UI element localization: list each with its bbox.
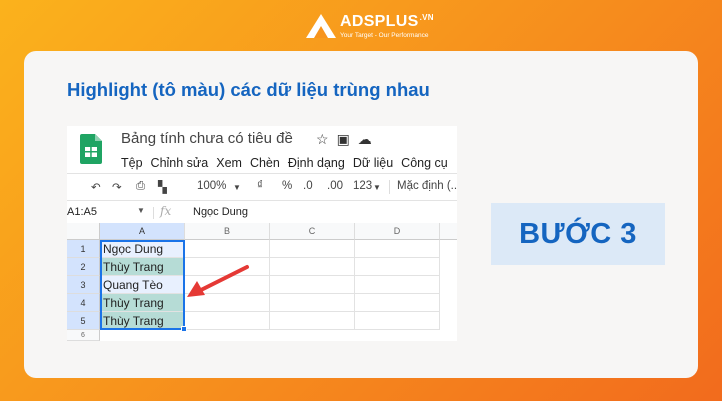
column-header-d[interactable]: D <box>355 223 440 240</box>
menu-bar: Tệp Chỉnh sửa Xem Chèn Định dạng Dữ liệu Công … <box>121 156 456 170</box>
toolbar-divider <box>389 180 390 194</box>
logo-tagline: Your Target - Our Performance <box>340 32 429 39</box>
cell-a5[interactable]: Thùy Trang <box>100 312 185 330</box>
red-pointer-arrow <box>187 265 249 297</box>
cell-a4[interactable]: Thùy Trang <box>100 294 185 312</box>
cell-d5[interactable] <box>355 312 440 330</box>
folder-move-icon[interactable]: ▣ <box>337 131 350 147</box>
step-badge: BƯỚC 3 <box>491 203 665 265</box>
document-title[interactable]: Bảng tính chưa có tiêu đề <box>121 130 293 147</box>
cell-d4[interactable] <box>355 294 440 312</box>
fill-handle[interactable] <box>181 326 187 332</box>
font-select[interactable]: Mặc định (... <box>397 180 457 192</box>
cell-b5[interactable] <box>185 312 270 330</box>
formula-input[interactable]: Ngọc Dung <box>193 206 248 218</box>
cell-d2[interactable] <box>355 258 440 276</box>
row-header-2[interactable]: 2 <box>67 258 100 276</box>
column-header-a[interactable]: A <box>100 223 185 240</box>
menu-insert[interactable]: Chèn <box>250 156 280 170</box>
chevron-down-icon[interactable]: ▼ <box>137 206 145 215</box>
google-sheets-icon <box>80 134 102 164</box>
row-header-5[interactable]: 5 <box>67 312 100 330</box>
cell-c2[interactable] <box>270 258 355 276</box>
currency-format-button[interactable]: ₫ <box>257 180 263 192</box>
column-header-partial <box>440 223 457 240</box>
paint-format-icon[interactable]: ▚ <box>158 180 167 194</box>
row-header-1[interactable]: 1 <box>67 240 100 258</box>
column-header-b[interactable]: B <box>185 223 270 240</box>
row-header-6[interactable]: 6 <box>67 330 100 341</box>
row-header-3[interactable]: 3 <box>67 276 100 294</box>
page-title: Highlight (tô màu) các dữ liệu trùng nha… <box>67 79 430 100</box>
cell-c5[interactable] <box>270 312 355 330</box>
cell-c3[interactable] <box>270 276 355 294</box>
column-header-c[interactable]: C <box>270 223 355 240</box>
name-box[interactable]: A1:A5 <box>67 206 97 218</box>
menu-edit[interactable]: Chỉnh sửa <box>151 156 209 170</box>
cell-a3[interactable]: Quang Tèo <box>100 276 185 294</box>
logo-mountain-icon <box>306 14 336 38</box>
menu-data[interactable]: Dữ liệu <box>353 156 393 170</box>
menu-format[interactable]: Định dạng <box>288 156 345 170</box>
redo-icon[interactable]: ↷ <box>112 180 122 194</box>
menu-file[interactable]: Tệp <box>121 156 143 170</box>
cell-d3[interactable] <box>355 276 440 294</box>
cloud-icon[interactable]: ☁ <box>358 131 372 147</box>
menu-view[interactable]: Xem <box>216 156 242 170</box>
cell-a2[interactable]: Thùy Trang <box>100 258 185 276</box>
divider <box>153 207 154 219</box>
fx-icon: fx <box>160 204 172 218</box>
select-all-corner[interactable] <box>67 223 100 240</box>
row-header-4[interactable]: 4 <box>67 294 100 312</box>
percent-format-button[interactable]: % <box>282 180 292 192</box>
adsplus-logo: ADSPLUS.VN Your Target - Our Performance <box>304 12 434 42</box>
spreadsheet-screenshot: Bảng tính chưa có tiêu đề ☆ ▣ ☁ Tệp Chỉnh s… <box>67 126 457 341</box>
increase-decimal-button[interactable]: .00 <box>327 180 343 192</box>
zoom-select[interactable]: 100% <box>197 180 226 192</box>
star-icon[interactable]: ☆ <box>316 131 329 147</box>
cell-b1[interactable] <box>185 240 270 258</box>
toolbar: ↶ ↷ ⎙ ▚ 100% ▼ ₫ % .0 .00 123 ▼ Mặc định… <box>67 173 457 201</box>
number-format-select[interactable]: 123 <box>353 180 372 192</box>
decrease-decimal-button[interactable]: .0 <box>303 180 313 192</box>
cell-c4[interactable] <box>270 294 355 312</box>
cell-c1[interactable] <box>270 240 355 258</box>
cell-d1[interactable] <box>355 240 440 258</box>
formula-bar: A1:A5 ▼ fx Ngọc Dung <box>67 204 457 223</box>
chevron-down-icon: ▼ <box>233 183 241 192</box>
undo-icon[interactable]: ↶ <box>91 180 101 194</box>
content-card: Highlight (tô màu) các dữ liệu trùng nha… <box>24 51 698 378</box>
chevron-down-icon: ▼ <box>373 183 381 192</box>
menu-tools[interactable]: Công cụ <box>401 156 448 170</box>
logo-text: ADSPLUS.VN <box>340 13 434 30</box>
print-icon[interactable]: ⎙ <box>136 180 145 193</box>
title-icons: ☆ ▣ ☁ <box>316 131 380 148</box>
cell-a1[interactable]: Ngọc Dung <box>100 240 185 258</box>
